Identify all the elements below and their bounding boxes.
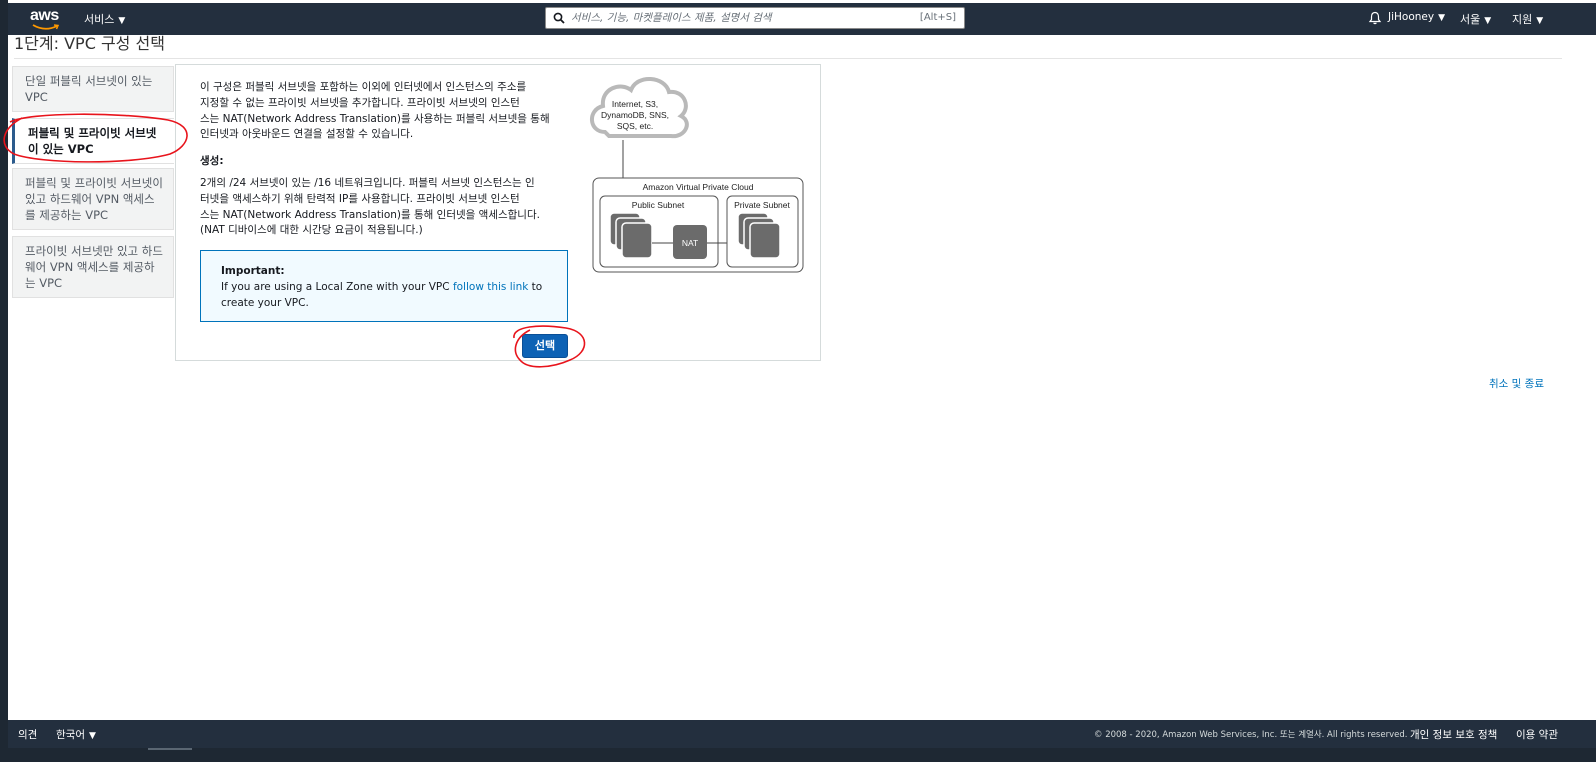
chevron-down-icon: ▼ bbox=[1536, 16, 1544, 26]
vpc-architecture-diagram: Internet, S3, DynamoDB, SNS, SQS, etc. A… bbox=[585, 72, 810, 277]
footer-bar: 의견 한국어 ▼ © 2008 - 2020, Amazon Web Servic… bbox=[8, 720, 1596, 748]
user-menu[interactable]: JiHooney ▼ bbox=[1388, 11, 1445, 23]
feedback-link[interactable]: 의견 bbox=[18, 727, 37, 742]
option-private-vpn-only[interactable]: 프라이빗 서브넷만 있고 하드웨어 VPN 액세스를 제공하는 VPC bbox=[12, 236, 174, 298]
taskbar-indicator bbox=[148, 748, 192, 750]
chevron-down-icon: ▼ bbox=[1438, 13, 1446, 23]
important-title: Important: bbox=[221, 265, 285, 277]
page-title: 1단계: VPC 구성 선택 bbox=[14, 34, 165, 53]
search-input[interactable] bbox=[571, 10, 901, 26]
option-public-private-subnets[interactable]: 퍼블릭 및 프라이빗 서브넷이 있는 VPC bbox=[12, 118, 174, 164]
language-label: 한국어 bbox=[56, 729, 85, 741]
region-label: 서울 bbox=[1460, 13, 1481, 26]
cancel-and-exit-link[interactable]: 취소 및 종료 bbox=[1489, 376, 1544, 391]
creates-line: (NAT 디바이스에 대한 시간당 요금이 적용됩니다.) bbox=[200, 224, 423, 237]
creates-heading: 생성: bbox=[200, 155, 224, 167]
configuration-description: 이 구성은 퍼블릭 서브넷을 포함하는 이외에 인터넷에서 인스턴스의 주소를 … bbox=[200, 80, 570, 143]
vpc-diagram-svg: Internet, S3, DynamoDB, SNS, SQS, etc. A… bbox=[590, 77, 804, 273]
title-divider bbox=[14, 58, 1562, 59]
important-text-after: to bbox=[531, 281, 543, 293]
private-subnet-label: Private Subnet bbox=[734, 200, 790, 210]
search-shortcut-hint: [Alt+S] bbox=[919, 12, 956, 23]
cloud-label-line: SQS, etc. bbox=[617, 121, 653, 131]
important-text: If you are using a Local Zone with your … bbox=[221, 281, 450, 293]
services-menu[interactable]: 서비스 ▼ bbox=[84, 11, 125, 27]
window-edge-bottom bbox=[0, 748, 1596, 762]
important-text-line2: create your VPC. bbox=[221, 297, 309, 309]
creates-description: 2개의 /24 서브넷이 있는 /16 네트워크입니다. 퍼블릭 서브넷 인스턴… bbox=[200, 176, 570, 239]
chevron-down-icon: ▼ bbox=[1484, 16, 1492, 26]
important-notice: Important: If you are using a Local Zone… bbox=[200, 250, 568, 322]
option-label: 퍼블릭 및 프라이빗 서브넷이 있는 VPC bbox=[28, 126, 157, 156]
aws-logo[interactable]: aws bbox=[30, 7, 60, 31]
vpc-label: Amazon Virtual Private Cloud bbox=[643, 182, 754, 192]
cloud-label-line: DynamoDB, SNS, bbox=[601, 110, 669, 120]
cloud-label-line: Internet, S3, bbox=[612, 99, 658, 109]
creates-line: 2개의 /24 서브넷이 있는 /16 네트워크입니다. 퍼블릭 서브넷 인스턴… bbox=[200, 177, 535, 189]
region-menu[interactable]: 서울 ▼ bbox=[1460, 11, 1491, 27]
description-line: 스는 NAT(Network Address Translation)를 사용하… bbox=[200, 112, 550, 125]
option-single-public-subnet[interactable]: 단일 퍼블릭 서브넷이 있는 VPC bbox=[12, 66, 174, 112]
bell-icon[interactable] bbox=[1368, 11, 1382, 25]
description-line: 이 구성은 퍼블릭 서브넷을 포함하는 이외에 인터넷에서 인스턴스의 주소를 bbox=[200, 81, 527, 93]
chevron-down-icon: ▼ bbox=[88, 731, 96, 741]
option-label: 프라이빗 서브넷만 있고 하드웨어 VPN 액세스를 제공하는 VPC bbox=[25, 244, 163, 290]
terms-link[interactable]: 이용 약관 bbox=[1516, 727, 1558, 742]
creates-line: 스는 NAT(Network Address Translation)를 통해 … bbox=[200, 208, 540, 221]
description-line: 지정할 수 없는 프라이빗 서브넷을 추가합니다. 프라이빗 서브넷의 인스턴 bbox=[200, 96, 520, 109]
nat-label: NAT bbox=[682, 238, 698, 248]
privacy-policy-link[interactable]: 개인 정보 보호 정책 bbox=[1410, 727, 1497, 742]
chevron-down-icon: ▼ bbox=[118, 16, 126, 26]
support-label: 지원 bbox=[1512, 13, 1533, 26]
option-label: 단일 퍼블릭 서브넷이 있는 VPC bbox=[25, 74, 153, 104]
top-navigation-bar: aws 서비스▼ [Alt+S] JiHooney▼ 서울▼ 지원▼ bbox=[8, 3, 1596, 35]
copyright-text: © 2008 - 2020, Amazon Web Services, Inc.… bbox=[1094, 730, 1408, 740]
follow-link[interactable]: follow this link bbox=[453, 281, 528, 293]
search-icon bbox=[553, 12, 565, 24]
search-box[interactable]: [Alt+S] bbox=[545, 7, 965, 29]
window-edge-left bbox=[0, 0, 8, 762]
option-label: 퍼블릭 및 프라이빗 서브넷이 있고 하드웨어 VPN 액세스를 제공하는 VP… bbox=[25, 176, 163, 222]
aws-logo-text: aws bbox=[30, 7, 59, 24]
support-menu[interactable]: 지원 ▼ bbox=[1512, 11, 1543, 27]
select-button[interactable]: 선택 bbox=[522, 334, 568, 358]
language-selector[interactable]: 한국어 ▼ bbox=[56, 727, 96, 742]
services-label: 서비스 bbox=[84, 13, 115, 26]
cloud-icon: Internet, S3, DynamoDB, SNS, SQS, etc. bbox=[590, 77, 689, 139]
description-line: 인터넷과 아웃바운드 연결을 설정할 수 있습니다. bbox=[200, 128, 414, 141]
public-subnet-label: Public Subnet bbox=[632, 200, 685, 210]
option-public-private-vpn[interactable]: 퍼블릭 및 프라이빗 서브넷이 있고 하드웨어 VPN 액세스를 제공하는 VP… bbox=[12, 168, 174, 230]
user-label: JiHooney bbox=[1388, 11, 1435, 23]
creates-line: 터넷을 액세스하기 위해 탄력적 IP를 사용합니다. 프라이빗 서브넷 인스턴 bbox=[200, 192, 520, 205]
